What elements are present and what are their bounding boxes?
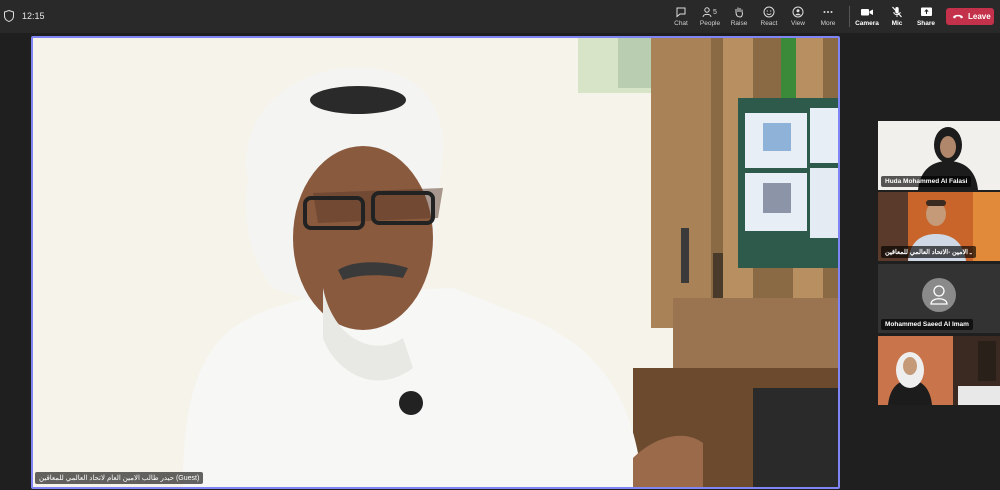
shield-icon: [4, 10, 14, 22]
raise-hand-button[interactable]: Raise: [723, 4, 755, 30]
camera-icon: [861, 9, 873, 16]
react-button[interactable]: React: [753, 4, 785, 30]
meeting-timer: 12:15: [22, 11, 45, 21]
speaker-name-tag: حيدر طالب الامين العام لاتحاد العالمي لل…: [35, 472, 204, 484]
participant-name: Mohammed Saeed Al Imam: [881, 319, 973, 330]
mic-muted-icon: [892, 6, 902, 18]
raise-label: Raise: [730, 20, 748, 27]
person-icon: [930, 285, 948, 305]
people-count: 5: [713, 9, 717, 16]
participant-avatar: [922, 278, 956, 312]
phone-hangup-icon: [953, 14, 963, 19]
view-icon: [792, 6, 804, 18]
chat-label: Chat: [674, 20, 688, 27]
share-icon: [920, 7, 932, 16]
raise-hand-icon: [735, 7, 743, 18]
chat-icon: [676, 7, 686, 18]
leave-button[interactable]: Leave: [946, 8, 994, 25]
people-button[interactable]: 5 People: [694, 4, 726, 30]
speaker-video-image: [33, 38, 838, 487]
participant-name: Huda Mohammed Al Falasi: [881, 176, 972, 187]
camera-button[interactable]: Camera: [851, 4, 883, 30]
people-icon: 5: [702, 7, 717, 18]
main-speaker-video[interactable]: حيدر طالب الامين العام لاتحاد العالمي لل…: [31, 36, 840, 489]
participant-tile[interactable]: ـ الامين -الاتحاد العالمي للمعاقين: [878, 192, 1000, 261]
meeting-toolbar: 12:15 Chat 5 People Raise React View Mor…: [0, 0, 1000, 33]
participant-name: ـ الامين -الاتحاد العالمي للمعاقين: [881, 246, 976, 258]
share-label: Share: [916, 20, 936, 27]
camera-label: Camera: [855, 20, 879, 27]
mic-label: Mic: [891, 20, 903, 27]
toolbar-divider: [849, 6, 850, 27]
more-label: More: [820, 20, 836, 27]
participant-video-image: [878, 336, 1000, 405]
view-button[interactable]: View: [782, 4, 814, 30]
more-button[interactable]: More: [812, 4, 844, 30]
participant-tile[interactable]: Mohammed Saeed Al Imam: [878, 264, 1000, 333]
react-label: React: [760, 20, 778, 27]
participant-tile[interactable]: Huda Mohammed Al Falasi: [878, 121, 1000, 190]
participant-tile[interactable]: [878, 336, 1000, 405]
mic-button[interactable]: Mic: [881, 4, 913, 30]
more-icon: [823, 11, 833, 13]
leave-label: Leave: [968, 12, 991, 21]
smiley-icon: [763, 6, 775, 18]
chat-button[interactable]: Chat: [665, 4, 697, 30]
share-button[interactable]: Share: [910, 4, 942, 30]
view-label: View: [791, 20, 805, 27]
people-label: People: [699, 20, 721, 27]
